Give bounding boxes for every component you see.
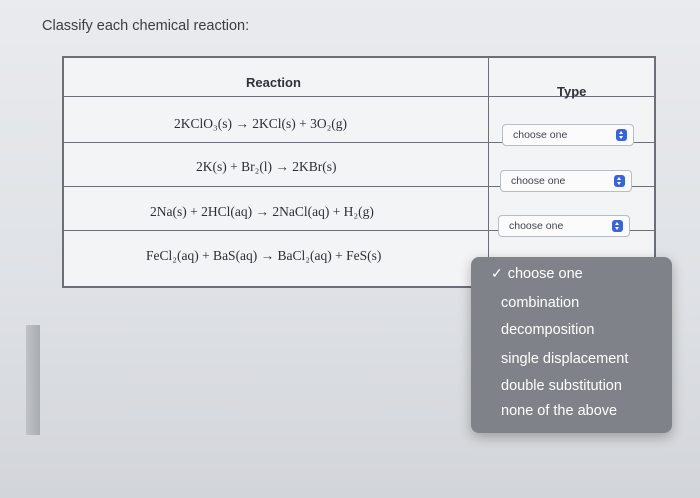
select-value: choose one [513,129,568,141]
dropdown-option-choose-one[interactable]: ✓ choose one [491,265,583,282]
dropdown-option-decomposition[interactable]: decomposition [501,322,595,338]
dropdown-option-combination[interactable]: combination [501,295,579,311]
select-value: choose one [511,175,566,187]
question-title: Classify each chemical reaction: [42,18,250,34]
type-dropdown-menu: ✓ choose one combination decomposition si… [471,257,672,433]
reaction-column-header: Reaction [246,75,301,90]
reaction-row-3: 2Na(s) + 2HCl(aq) → 2NaCl(aq) + H₂(g) [150,204,374,219]
reaction-row-2: 2K(s) + Br₂(l) → 2KBr(s) [196,159,337,174]
checkmark-icon: ✓ [491,265,503,281]
reaction-row-1: 2KClO₃(s) → 2KCl(s) + 3O₂(g) [174,116,348,131]
reaction-row-4: FeCl₂(aq) + BaS(aq) → BaCl₂(aq) + FeS(s) [146,248,382,263]
chevron-updown-icon [612,220,623,232]
reaction-table: Reaction Type 2KClO₃(s) → 2KCl(s) + 3O₂(… [62,56,656,288]
dropdown-option-single-displacement[interactable]: single displacement [501,351,628,367]
chevron-updown-icon [614,175,625,187]
select-value: choose one [509,220,564,232]
type-select-row-3[interactable]: choose one [498,215,630,237]
type-column-header: Type [557,84,587,99]
type-select-row-1[interactable]: choose one [502,124,634,146]
dropdown-option-none-of-the-above[interactable]: none of the above [501,403,617,419]
chevron-updown-icon [616,129,627,141]
type-select-row-2[interactable]: choose one [500,170,632,192]
table-column-divider [488,58,489,286]
dropdown-option-double-substitution[interactable]: double substitution [501,378,622,394]
window-edge-scrollbar [26,325,40,435]
